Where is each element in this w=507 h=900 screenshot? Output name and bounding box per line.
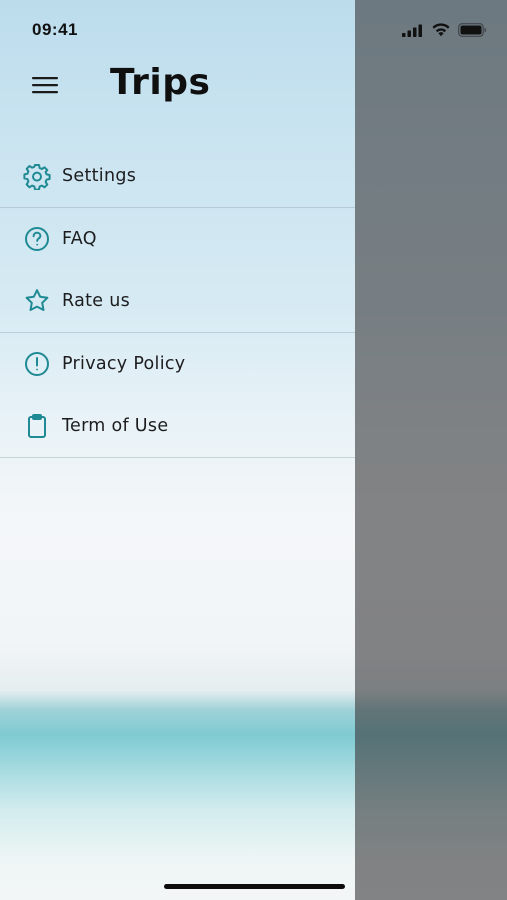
battery-icon xyxy=(458,23,487,37)
menu-item-term-of-use[interactable]: Term of Use xyxy=(0,395,355,457)
drawer-menu: Settings FAQ Rate us Privacy Policy Term… xyxy=(0,145,355,458)
menu-item-faq[interactable]: FAQ xyxy=(0,208,355,270)
star-icon xyxy=(23,287,51,315)
page-title: Trips xyxy=(110,62,211,103)
hamburger-menu-button[interactable] xyxy=(28,72,62,98)
question-circle-icon xyxy=(23,225,51,253)
divider xyxy=(0,457,355,458)
side-drawer: 09:41 Trips Settings FAQ Rate us Privacy… xyxy=(0,0,355,900)
exclamation-circle-icon xyxy=(23,350,51,378)
menu-item-privacy-policy[interactable]: Privacy Policy xyxy=(0,333,355,395)
menu-item-label: Term of Use xyxy=(62,416,169,436)
menu-item-label: Privacy Policy xyxy=(62,354,186,374)
menu-item-settings[interactable]: Settings xyxy=(0,145,355,207)
hamburger-menu-icon xyxy=(32,77,58,94)
menu-item-label: Rate us xyxy=(62,291,130,311)
menu-item-label: Settings xyxy=(62,166,137,186)
home-indicator[interactable] xyxy=(164,884,345,889)
gear-icon xyxy=(23,162,51,190)
app-screen: 09:41 Trips Settings FAQ Rate us Privacy… xyxy=(0,0,507,900)
status-icons xyxy=(402,22,487,38)
clipboard-icon xyxy=(23,412,51,440)
status-time: 09:41 xyxy=(32,20,78,39)
menu-item-rate-us[interactable]: Rate us xyxy=(0,270,355,332)
drawer-scrim[interactable] xyxy=(355,0,507,900)
menu-item-label: FAQ xyxy=(62,229,97,249)
wifi-icon xyxy=(432,23,450,37)
signal-icon xyxy=(402,24,422,37)
